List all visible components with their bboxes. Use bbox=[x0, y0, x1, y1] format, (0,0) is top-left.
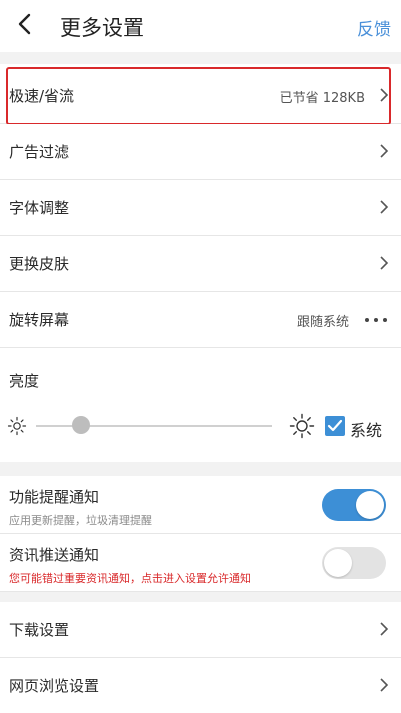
back-arrow-icon[interactable] bbox=[14, 11, 36, 37]
toggle-knob bbox=[356, 491, 384, 519]
brightness-high-icon bbox=[289, 413, 315, 439]
saved-data-value: 已节省 128KB bbox=[279, 91, 365, 106]
system-brightness-label: 系统 bbox=[350, 421, 383, 440]
more-dots-icon[interactable] bbox=[365, 318, 387, 322]
download-settings-label: 下载设置 bbox=[9, 621, 70, 639]
font-size-label: 字体调整 bbox=[9, 199, 70, 217]
brightness-slider-thumb[interactable] bbox=[71, 416, 90, 434]
feature-notification-row: 功能提醒通知 应用更新提醒，垃圾清理提醒 bbox=[0, 476, 401, 534]
section-divider bbox=[0, 462, 401, 476]
chevron-right-icon bbox=[380, 256, 389, 270]
chevron-right-icon bbox=[380, 88, 389, 102]
ad-filter-row[interactable]: 广告过滤 bbox=[0, 124, 401, 180]
rotate-mode-value: 跟随系统 bbox=[296, 315, 349, 330]
brightness-low-icon bbox=[7, 416, 27, 436]
checkmark-icon bbox=[327, 419, 343, 432]
change-skin-row[interactable]: 更换皮肤 bbox=[0, 236, 401, 292]
browse-settings-label: 网页浏览设置 bbox=[9, 677, 100, 695]
rotate-screen-row[interactable]: 旋转屏幕 跟随系统 bbox=[0, 292, 401, 348]
news-notification-title: 资讯推送通知 bbox=[9, 546, 100, 564]
download-settings-row[interactable]: 下载设置 bbox=[0, 602, 401, 658]
chevron-right-icon bbox=[380, 200, 389, 214]
page-title: 更多设置 bbox=[60, 16, 144, 40]
font-size-row[interactable]: 字体调整 bbox=[0, 180, 401, 236]
speed-mode-row[interactable]: 极速/省流 已节省 128KB bbox=[0, 68, 401, 124]
system-brightness-checkbox[interactable] bbox=[325, 416, 345, 436]
chevron-right-icon bbox=[380, 144, 389, 158]
news-notification-row[interactable]: 资讯推送通知 您可能错过重要资讯通知，点击进入设置允许通知 bbox=[0, 534, 401, 592]
section-divider bbox=[0, 592, 401, 602]
brightness-label: 亮度 bbox=[9, 372, 40, 390]
rotate-screen-label: 旋转屏幕 bbox=[9, 311, 70, 329]
news-notification-toggle[interactable] bbox=[322, 547, 386, 579]
toggle-knob bbox=[324, 549, 352, 577]
speed-mode-label: 极速/省流 bbox=[9, 87, 75, 105]
section-divider bbox=[0, 52, 401, 64]
news-notification-warning[interactable]: 您可能错过重要资讯通知，点击进入设置允许通知 bbox=[9, 570, 251, 586]
ad-filter-label: 广告过滤 bbox=[9, 143, 70, 161]
change-skin-label: 更换皮肤 bbox=[9, 255, 70, 273]
feature-notification-subtitle: 应用更新提醒，垃圾清理提醒 bbox=[9, 514, 152, 527]
chevron-right-icon bbox=[380, 622, 389, 636]
chevron-right-icon bbox=[380, 678, 389, 692]
browse-settings-row[interactable]: 网页浏览设置 bbox=[0, 658, 401, 713]
feature-notification-toggle[interactable] bbox=[322, 489, 386, 521]
feedback-link[interactable]: 反馈 bbox=[357, 15, 391, 40]
feature-notification-title: 功能提醒通知 bbox=[9, 488, 100, 506]
header-bar: 更多设置 反馈 bbox=[0, 0, 401, 52]
